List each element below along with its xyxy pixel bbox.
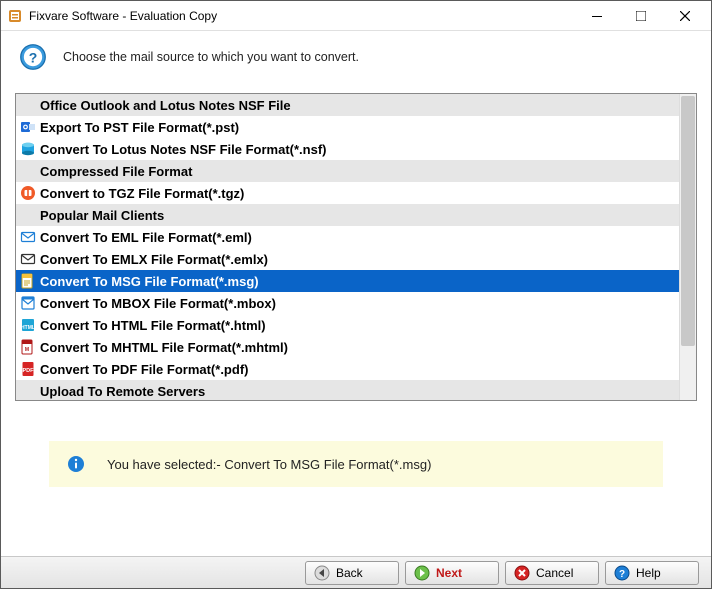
list-item[interactable]: M Convert To MHTML File Format(*.mhtml) — [16, 336, 679, 358]
list-section-header: Office Outlook and Lotus Notes NSF File — [16, 94, 679, 116]
list-item[interactable]: Convert To MSG File Format(*.msg) — [16, 270, 679, 292]
info-icon — [67, 455, 85, 473]
list-section-header: Upload To Remote Servers — [16, 380, 679, 400]
back-button[interactable]: Back — [305, 561, 399, 585]
next-arrow-icon — [414, 565, 430, 581]
list-item-label: Office Outlook and Lotus Notes NSF File — [40, 98, 291, 113]
list-section-header: Popular Mail Clients — [16, 204, 679, 226]
list-item[interactable]: Convert To EML File Format(*.eml) — [16, 226, 679, 248]
app-window: Fixvare Software - Evaluation Copy ? Cho… — [0, 0, 712, 589]
question-icon: ? — [19, 43, 47, 71]
list-section-header: Compressed File Format — [16, 160, 679, 182]
list-item[interactable]: PDF Convert To PDF File Format(*.pdf) — [16, 358, 679, 380]
cancel-label: Cancel — [536, 566, 573, 580]
selection-info-text: You have selected:- Convert To MSG File … — [107, 457, 431, 472]
list-item-label: Convert To EML File Format(*.eml) — [40, 230, 252, 245]
help-icon: ? — [614, 565, 630, 581]
list-item-label: Convert To MSG File Format(*.msg) — [40, 274, 259, 289]
svg-text:M: M — [25, 347, 29, 353]
list-item[interactable]: Convert To MBOX File Format(*.mbox) — [16, 292, 679, 314]
help-button[interactable]: ? Help — [605, 561, 699, 585]
back-arrow-icon — [314, 565, 330, 581]
mbox-icon — [20, 295, 36, 311]
list-item[interactable]: Export To PST File Format(*.pst) — [16, 116, 679, 138]
window-title: Fixvare Software - Evaluation Copy — [29, 9, 575, 23]
list-item-label: Popular Mail Clients — [40, 208, 164, 223]
list-item[interactable]: Convert To EMLX File Format(*.emlx) — [16, 248, 679, 270]
list-item-label: Convert To HTML File Format(*.html) — [40, 318, 266, 333]
format-list: Office Outlook and Lotus Notes NSF File E… — [15, 93, 697, 401]
list-item-label: Convert To Lotus Notes NSF File Format(*… — [40, 142, 327, 157]
svg-text:?: ? — [29, 49, 38, 65]
list-item[interactable]: Convert To Lotus Notes NSF File Format(*… — [16, 138, 679, 160]
cancel-icon — [514, 565, 530, 581]
back-label: Back — [336, 566, 363, 580]
next-label: Next — [436, 566, 462, 580]
next-button[interactable]: Next — [405, 561, 499, 585]
list-item-label: Convert To PDF File Format(*.pdf) — [40, 362, 248, 377]
outlook-icon — [20, 119, 36, 135]
scrollbar[interactable] — [679, 94, 696, 400]
emlx-icon — [20, 251, 36, 267]
minimize-button[interactable] — [575, 1, 619, 31]
maximize-button[interactable] — [619, 1, 663, 31]
help-label: Help — [636, 566, 661, 580]
svg-text:PDF: PDF — [23, 368, 35, 374]
pdf-icon: PDF — [20, 361, 36, 377]
tgz-icon — [20, 185, 36, 201]
msg-icon — [20, 273, 36, 289]
scroll-thumb[interactable] — [681, 96, 695, 346]
app-icon — [7, 8, 23, 24]
list-item-label: Convert To EMLX File Format(*.emlx) — [40, 252, 268, 267]
list-item-label: Convert to TGZ File Format(*.tgz) — [40, 186, 244, 201]
list-item-label: Compressed File Format — [40, 164, 192, 179]
cancel-button[interactable]: Cancel — [505, 561, 599, 585]
close-button[interactable] — [663, 1, 707, 31]
wizard-prompt: Choose the mail source to which you want… — [63, 50, 359, 64]
titlebar: Fixvare Software - Evaluation Copy — [1, 1, 711, 31]
footer-bar: Back Next Cancel ? Help — [1, 556, 711, 588]
html-icon: HTML — [20, 317, 36, 333]
svg-text:?: ? — [619, 569, 625, 580]
list-item-label: Convert To MHTML File Format(*.mhtml) — [40, 340, 288, 355]
wizard-header: ? Choose the mail source to which you wa… — [1, 31, 711, 93]
list-item[interactable]: HTML Convert To HTML File Format(*.html) — [16, 314, 679, 336]
selection-info-bar: You have selected:- Convert To MSG File … — [49, 441, 663, 487]
eml-icon — [20, 229, 36, 245]
svg-text:HTML: HTML — [21, 325, 35, 331]
list-item-label: Export To PST File Format(*.pst) — [40, 120, 239, 135]
list-item-label: Convert To MBOX File Format(*.mbox) — [40, 296, 276, 311]
list-item-label: Upload To Remote Servers — [40, 384, 205, 399]
list-item[interactable]: Convert to TGZ File Format(*.tgz) — [16, 182, 679, 204]
mhtml-icon: M — [20, 339, 36, 355]
nsf-icon — [20, 141, 36, 157]
